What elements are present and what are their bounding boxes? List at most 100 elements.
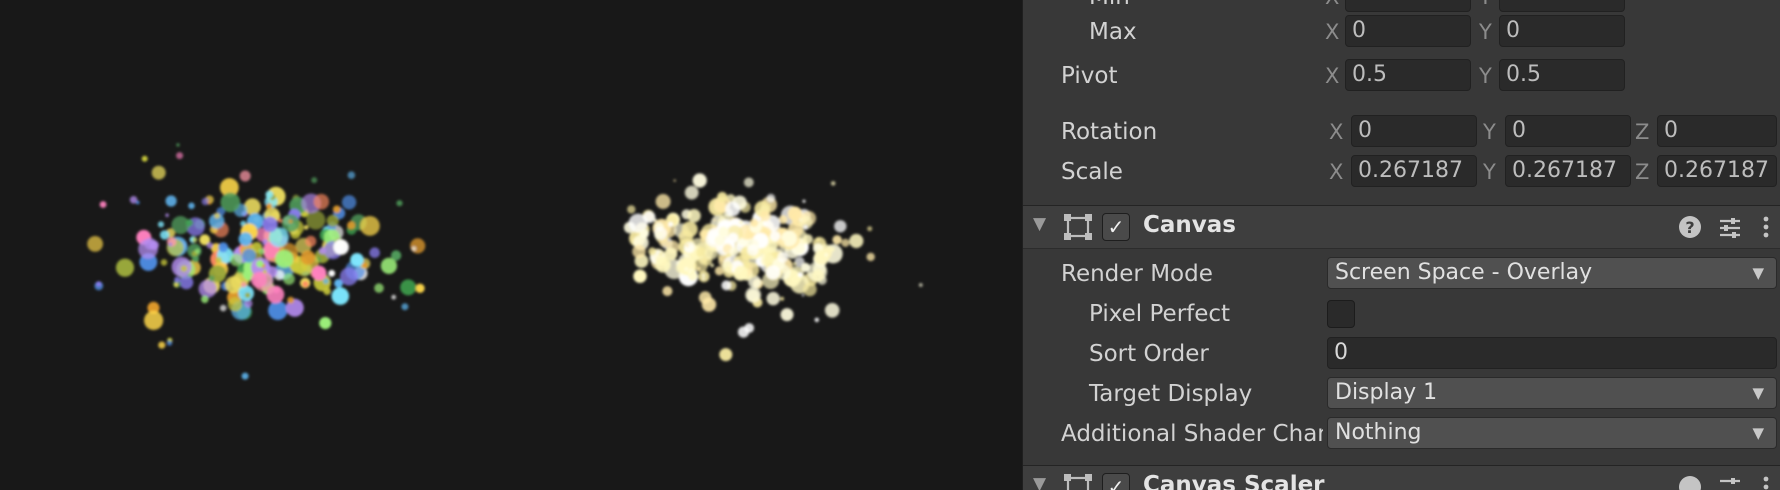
rotation-y-field[interactable]: 0 xyxy=(1505,115,1631,147)
shader-channels-dropdown[interactable]: Nothing ▼ xyxy=(1327,417,1777,449)
shader-channels-value: Nothing xyxy=(1335,420,1422,445)
foldout-arrow-icon[interactable]: ▼ xyxy=(1033,214,1046,234)
anchor-min-y-field[interactable] xyxy=(1499,0,1625,12)
canvas-component-title: Canvas xyxy=(1143,212,1236,238)
particle xyxy=(684,185,699,200)
particle xyxy=(770,204,773,207)
particle xyxy=(655,257,671,273)
rotation-z-field[interactable]: 0 xyxy=(1657,115,1777,147)
particle xyxy=(262,216,278,233)
rotation-label: Rotation xyxy=(1061,119,1158,145)
particle xyxy=(401,303,409,311)
anchor-max-x-field[interactable]: 0 xyxy=(1345,15,1471,47)
preset-icon[interactable] xyxy=(1717,214,1743,240)
particle xyxy=(168,242,173,247)
particle xyxy=(721,280,732,291)
particle xyxy=(339,267,358,286)
particle xyxy=(215,256,222,264)
particle xyxy=(727,232,739,244)
particle xyxy=(627,205,636,214)
particle xyxy=(198,279,217,298)
particle xyxy=(157,221,165,228)
anchor-min-x-field[interactable] xyxy=(1345,0,1471,12)
particle xyxy=(313,193,330,210)
particle xyxy=(814,249,830,265)
axis-label-x: X xyxy=(1329,160,1344,184)
anchor-min-label: Min xyxy=(1089,0,1130,12)
particle xyxy=(263,269,267,274)
particle xyxy=(240,281,247,288)
particle xyxy=(765,265,781,280)
foldout-arrow-icon[interactable]: ▼ xyxy=(1033,474,1046,490)
particle xyxy=(87,236,103,252)
particle xyxy=(180,265,188,272)
particle xyxy=(192,255,199,263)
scale-y-field[interactable]: 0.267187 xyxy=(1505,155,1631,187)
canvas-component-header[interactable]: ▼ ✓ Canvas ? xyxy=(1023,205,1780,249)
particle xyxy=(834,220,847,233)
particle xyxy=(323,278,329,284)
particle xyxy=(361,262,368,269)
particle xyxy=(792,262,797,266)
pivot-y-field[interactable]: 0.5 xyxy=(1499,59,1625,91)
particle xyxy=(158,341,166,349)
particle xyxy=(220,192,241,213)
axis-label-y: Y xyxy=(1479,64,1492,88)
particle xyxy=(830,247,835,252)
particle xyxy=(160,259,168,266)
particle xyxy=(347,171,356,179)
particle xyxy=(283,273,295,285)
canvas-scaler-component-header[interactable]: ▼ ✓ Canvas Scaler xyxy=(1023,465,1780,490)
particle xyxy=(688,270,692,274)
canvas-enabled-checkbox[interactable]: ✓ xyxy=(1102,213,1130,241)
particle xyxy=(135,200,140,205)
particle xyxy=(396,200,403,207)
preset-icon[interactable] xyxy=(1717,474,1743,490)
shader-channels-label: Additional Shader Chan xyxy=(1061,421,1323,447)
particle xyxy=(333,239,349,255)
kebab-menu-icon[interactable] xyxy=(1753,474,1779,490)
scene-view[interactable] xyxy=(0,0,1022,490)
kebab-menu-icon[interactable] xyxy=(1753,214,1779,240)
particle xyxy=(302,280,309,288)
rotation-x-field[interactable]: 0 xyxy=(1351,115,1477,147)
particle xyxy=(305,235,317,247)
particle xyxy=(174,276,181,283)
particle xyxy=(341,195,357,210)
canvas-scaler-component-title: Canvas Scaler xyxy=(1143,472,1325,490)
target-display-label: Target Display xyxy=(1089,381,1253,407)
particle xyxy=(390,250,402,261)
particle xyxy=(258,248,265,255)
pivot-x-field[interactable]: 0.5 xyxy=(1345,59,1471,91)
particle xyxy=(643,211,656,224)
render-mode-dropdown[interactable]: Screen Space - Overlay ▼ xyxy=(1327,257,1777,289)
help-icon[interactable] xyxy=(1677,474,1703,490)
pixel-perfect-label: Pixel Perfect xyxy=(1089,301,1231,327)
particle xyxy=(165,195,177,207)
particle xyxy=(776,239,785,248)
particle xyxy=(692,173,707,188)
particle xyxy=(684,266,689,272)
particle xyxy=(766,291,780,306)
scale-x-field[interactable]: 0.267187 xyxy=(1351,155,1477,187)
particle xyxy=(391,294,397,300)
particle xyxy=(683,241,696,253)
particle xyxy=(115,258,135,277)
particle xyxy=(331,287,350,305)
pixel-perfect-checkbox[interactable] xyxy=(1327,300,1355,328)
scale-z-field[interactable]: 0.267187 xyxy=(1657,155,1777,187)
particle xyxy=(814,317,820,323)
particle xyxy=(802,234,813,245)
particle xyxy=(179,275,194,290)
anchor-max-y-field[interactable]: 0 xyxy=(1499,15,1625,47)
anchor-max-label: Max xyxy=(1089,19,1137,45)
particle xyxy=(328,269,336,277)
help-icon[interactable]: ? xyxy=(1677,214,1703,240)
particle xyxy=(303,225,309,230)
axis-label-x: X xyxy=(1325,20,1340,44)
canvas-scaler-enabled-checkbox[interactable]: ✓ xyxy=(1102,473,1130,490)
sort-order-field[interactable]: 0 xyxy=(1327,337,1777,369)
particle xyxy=(151,165,166,180)
render-mode-label: Render Mode xyxy=(1061,261,1213,287)
target-display-dropdown[interactable]: Display 1 ▼ xyxy=(1327,377,1777,409)
